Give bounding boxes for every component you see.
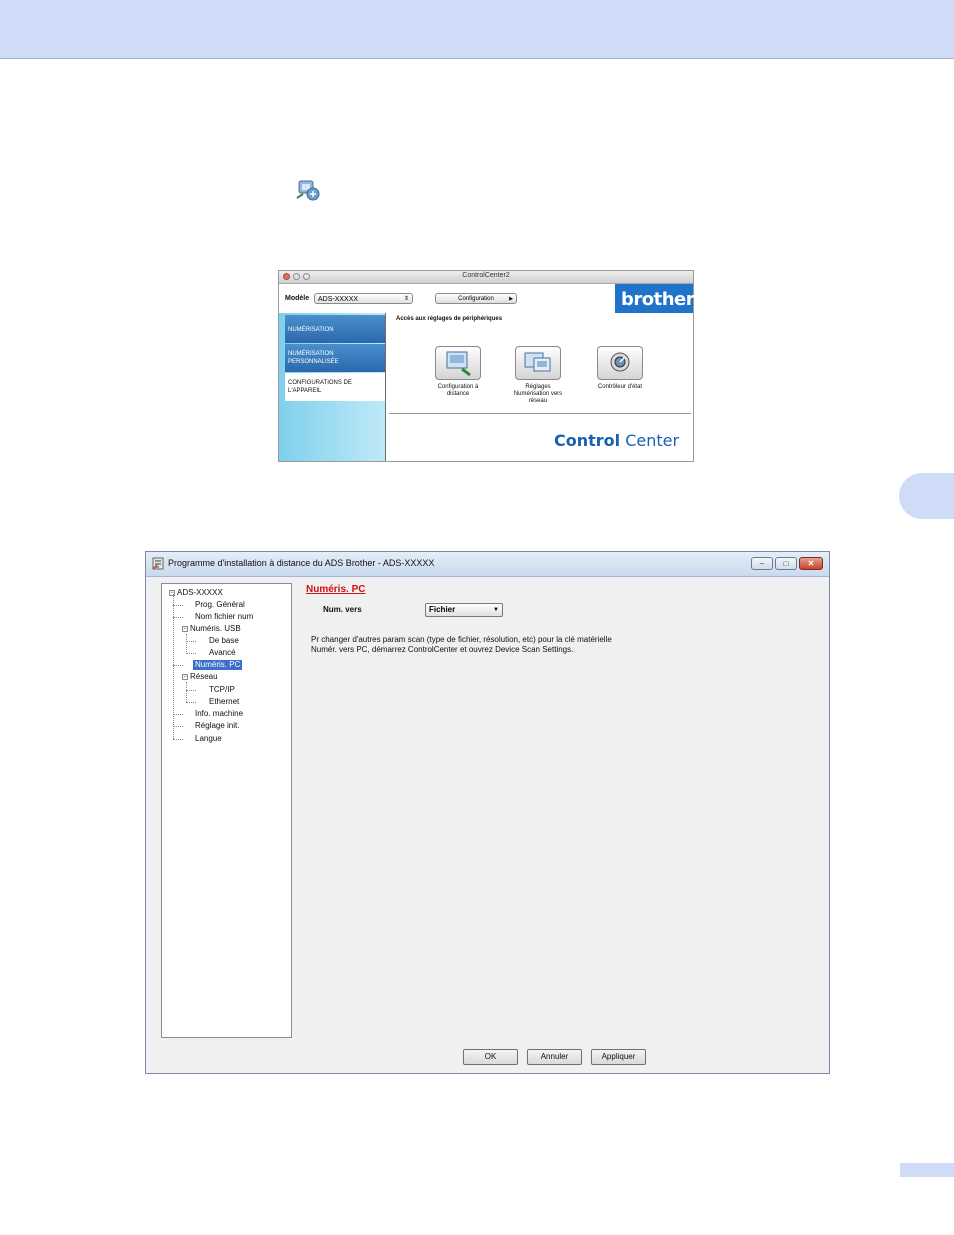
remote-setup-tool[interactable]: Configuration à distance — [423, 346, 493, 398]
cancel-button[interactable]: Annuler — [527, 1049, 582, 1065]
tree-label: Réseau — [190, 672, 218, 681]
maximize-icon[interactable]: □ — [775, 557, 797, 570]
tool-label-line1: Réglages — [525, 384, 551, 390]
model-select[interactable]: ADS-XXXXX ⇕ — [314, 293, 413, 304]
app-icon — [152, 557, 164, 570]
scan-to-network-icon — [515, 346, 561, 380]
nav-label-line2: PERSONNALISÉE — [288, 359, 339, 365]
tree-item-root[interactable]: − ADS-XXXXX — [169, 588, 223, 598]
num-vers-label: Num. vers — [323, 605, 362, 614]
brother-logo: brother — [615, 284, 695, 313]
tree-item-avance[interactable]: Avancé — [209, 648, 236, 658]
nav-numerisation[interactable]: NUMÉRISATION — [285, 315, 385, 343]
cc-titlebar: ControlCenter2 — [279, 271, 693, 284]
model-label: Modèle — [285, 295, 310, 302]
nav-configurations-appareil[interactable]: CONFIGURATIONS DE L'APPAREIL — [285, 373, 385, 401]
nav-label-line1: NUMÉRISATION — [288, 351, 334, 357]
cc-divider — [385, 313, 386, 461]
cc-window-title: ControlCenter2 — [462, 272, 510, 279]
settings-tree: − ADS-XXXXX Prog. Général Nom fichier num… — [161, 583, 292, 1038]
collapse-icon[interactable]: − — [182, 625, 188, 632]
tree-label: ADS-XXXXX — [177, 588, 223, 597]
window-title: Programme d'installation à distance du A… — [168, 558, 435, 568]
page-header-band — [0, 0, 954, 59]
info-line-1: Pr changer d'autres param scan (type de … — [311, 635, 612, 644]
ok-button[interactable]: OK — [463, 1049, 518, 1065]
tree-item-reglage-init[interactable]: Réglage init. — [195, 721, 239, 731]
section-title: Numéris. PC — [306, 584, 366, 595]
tree-item-info-machine[interactable]: Info. machine — [195, 709, 243, 719]
updown-arrow-icon: ⇕ — [403, 296, 409, 302]
brother-logo-text: brother — [621, 289, 695, 310]
collapse-icon[interactable]: − — [169, 589, 175, 596]
tree-item-de-base[interactable]: De base — [209, 636, 239, 646]
nav-label-line1: CONFIGURATIONS DE — [288, 380, 352, 386]
scan-to-network-tool[interactable]: Réglages Numérisation vers réseau — [503, 346, 573, 405]
logo-bold: Control — [554, 431, 621, 450]
nav-label: NUMÉRISATION — [288, 327, 334, 333]
chapter-tab — [899, 473, 954, 519]
tool-label-line1: Contrôleur d'état — [597, 384, 643, 390]
remote-setup-icon — [435, 346, 481, 380]
tree-item-ethernet[interactable]: Ethernet — [209, 697, 239, 707]
model-select-value: ADS-XXXXX — [318, 296, 359, 303]
window-titlebar: Programme d'installation à distance du A… — [146, 552, 829, 577]
controlcenter-window: ControlCenter2 Modèle ADS-XXXXX ⇕ Config… — [278, 270, 695, 462]
tree-item-numeris-usb[interactable]: − Numéris. USB — [182, 624, 241, 634]
configuration-button[interactable]: Configuration ▶ — [435, 293, 517, 304]
configuration-button-label: Configuration — [458, 296, 494, 302]
info-line-2: Numér. vers PC, démarrez ControlCenter e… — [311, 645, 574, 654]
tree-label: Numéris. USB — [190, 624, 241, 633]
cc-separator — [389, 413, 691, 414]
tree-item-numeris-pc[interactable]: Numéris. PC — [193, 660, 243, 670]
tree-item-langue[interactable]: Langue — [195, 734, 222, 744]
logo-regular: Center — [620, 431, 680, 450]
tool-label-line2: distance — [446, 391, 470, 397]
tool-label-line3: réseau — [528, 398, 548, 404]
status-monitor-tool[interactable]: Contrôleur d'état — [585, 346, 655, 391]
num-vers-value: Fichier — [429, 605, 456, 614]
nav-label-line2: L'APPAREIL — [288, 388, 322, 394]
info-text: Pr changer d'autres param scan (type de … — [311, 635, 811, 655]
remote-setup-icon — [295, 178, 321, 202]
cc-model-bar: Modèle ADS-XXXXX ⇕ Configuration ▶ broth… — [279, 284, 695, 313]
page-number-band — [900, 1163, 954, 1177]
tree-item-reseau[interactable]: − Réseau — [182, 672, 218, 682]
tool-label-line1: Configuration à — [437, 384, 479, 390]
play-arrow-icon: ▶ — [509, 296, 513, 302]
num-vers-select[interactable]: Fichier ▼ — [425, 603, 503, 617]
remote-setup-window: Programme d'installation à distance du A… — [145, 551, 830, 1074]
collapse-icon[interactable]: − — [182, 673, 188, 680]
minimize-icon[interactable]: – — [751, 557, 773, 570]
tree-item-nom-fichier[interactable]: Nom fichier num — [195, 612, 253, 622]
nav-numerisation-personnalisee[interactable]: NUMÉRISATION PERSONNALISÉE — [285, 344, 385, 372]
apply-button[interactable]: Appliquer — [591, 1049, 646, 1065]
status-monitor-icon — [597, 346, 643, 380]
chevron-down-icon: ▼ — [493, 607, 499, 613]
close-icon[interactable]: ✕ — [799, 557, 823, 570]
tree-item-prog-general[interactable]: Prog. Général — [195, 600, 245, 610]
tool-label-line2: Numérisation vers — [513, 391, 563, 397]
cc-sidebar: NUMÉRISATION NUMÉRISATION PERSONNALISÉE … — [279, 313, 385, 461]
tree-item-tcpip[interactable]: TCP/IP — [209, 685, 235, 695]
device-settings-heading: Accès aux réglages de périphériques — [396, 316, 503, 322]
control-center-logo: Control Center — [554, 431, 679, 450]
